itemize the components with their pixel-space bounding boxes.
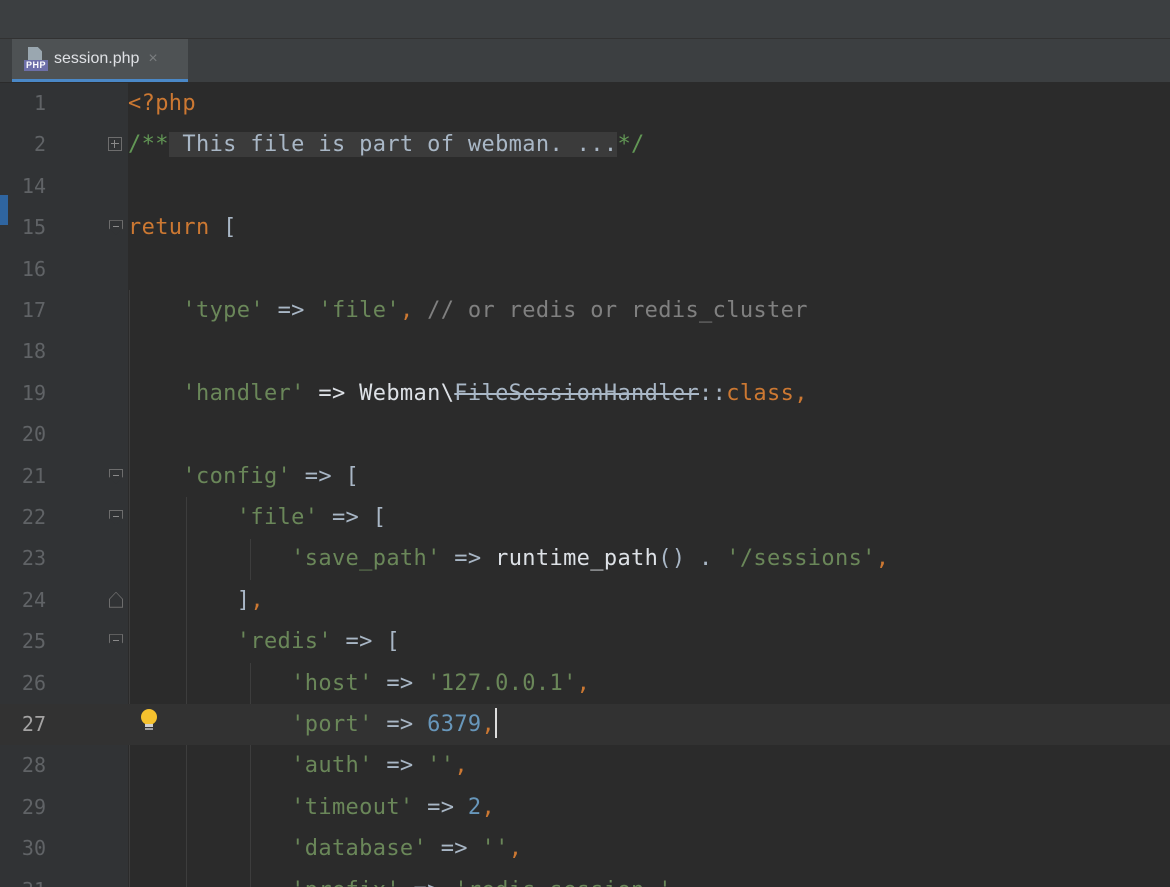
line-number: 19: [21, 380, 46, 405]
current-code-line[interactable]: 27 'port' => 6379,: [0, 704, 1170, 746]
code-text: 'auth' => '',: [291, 753, 468, 779]
line-number: 2: [33, 132, 46, 157]
php-file-icon: PHP: [24, 47, 48, 71]
code-line[interactable]: 19 'handler' => Webman\FileSessionHandle…: [0, 373, 1170, 414]
code-text: 'port' => 6379,: [128, 704, 498, 745]
close-icon[interactable]: ×: [148, 50, 157, 68]
fold-toggle-icon[interactable]: [109, 634, 123, 650]
line-number: 31: [0, 870, 46, 887]
line-number: 15: [21, 215, 46, 240]
code-text: /** This file is part of webman. ...*/: [128, 132, 645, 158]
code-line[interactable]: 21 'config' => [: [0, 456, 1170, 497]
folded-region[interactable]: This file is part of webman. ...: [168, 132, 618, 158]
fold-toggle-icon[interactable]: [108, 137, 122, 152]
deprecated-class: FileSessionHandler: [454, 380, 700, 406]
code-line[interactable]: 22 'file' => [: [0, 497, 1170, 538]
code-line[interactable]: 2 /** This file is part of webman. ...*/: [0, 124, 1170, 165]
tab-label: session.php: [54, 50, 140, 67]
code-line[interactable]: 24 ],: [0, 580, 1170, 621]
code-line[interactable]: 15 return [: [0, 207, 1170, 248]
fold-end-icon[interactable]: [109, 591, 123, 608]
code-text: 'config' => [: [182, 463, 360, 489]
fold-toggle-icon[interactable]: [109, 468, 123, 484]
line-number: 26: [21, 670, 46, 695]
code-text: 'handler' => Webman\FileSessionHandler::…: [182, 380, 808, 406]
title-bar: [0, 0, 1170, 39]
code-line[interactable]: 17 'type' => 'file', // or redis or redi…: [0, 290, 1170, 331]
line-number: 21: [21, 463, 46, 488]
line-number: 27: [21, 712, 46, 736]
line-number: 18: [21, 339, 46, 364]
php-badge: PHP: [24, 60, 48, 71]
line-number: 23: [21, 546, 46, 571]
line-number: 20: [21, 422, 46, 447]
code-text: ],: [236, 587, 264, 613]
code-line[interactable]: 23 'save_path' => runtime_path() . '/ses…: [0, 538, 1170, 579]
code-line[interactable]: 1 <?php: [0, 83, 1170, 124]
line-number: 14: [21, 173, 46, 198]
line-number: 30: [21, 836, 46, 861]
code-text: 'type' => 'file', // or redis or redis_c…: [182, 298, 808, 323]
line-number: 29: [21, 794, 46, 819]
code-text: <?php: [128, 91, 196, 116]
line-number: 17: [21, 298, 46, 322]
line-number: 22: [21, 505, 46, 529]
code-text: 'database' => '',: [291, 836, 523, 862]
code-text: 'save_path' => runtime_path() . '/sessio…: [291, 546, 890, 572]
code-text: return [: [128, 215, 237, 241]
code-text: 'prefix' => 'redis_session_',: [128, 870, 685, 887]
line-number: 28: [21, 753, 46, 778]
tab-session-php[interactable]: PHP session.php ×: [12, 39, 188, 82]
code-line[interactable]: 28 'auth' => '',: [0, 745, 1170, 786]
line-number: 16: [21, 256, 46, 281]
fold-toggle-icon[interactable]: [109, 220, 123, 236]
fold-toggle-icon[interactable]: [109, 510, 123, 525]
line-number: 25: [21, 629, 46, 654]
code-line[interactable]: 31 'prefix' => 'redis_session_',: [0, 870, 1170, 887]
code-line[interactable]: 26 'host' => '127.0.0.1',: [0, 663, 1170, 704]
text-caret: [495, 708, 498, 738]
code-text: 'redis' => [: [236, 629, 400, 655]
code-line[interactable]: 16: [0, 249, 1170, 290]
line-number: 24: [21, 587, 46, 612]
code-line[interactable]: 25 'redis' => [: [0, 621, 1170, 662]
code-text: 'file' => [: [236, 505, 387, 530]
editor-tab-strip: PHP session.php ×: [0, 39, 1170, 83]
code-line[interactable]: 30 'database' => '',: [0, 828, 1170, 869]
code-text: 'host' => '127.0.0.1',: [291, 670, 591, 696]
code-line[interactable]: 20: [0, 414, 1170, 455]
code-text: 'timeout' => 2,: [291, 794, 496, 820]
code-line[interactable]: 18: [0, 331, 1170, 372]
code-line[interactable]: 14: [0, 166, 1170, 207]
line-number: 1: [33, 91, 46, 115]
code-line[interactable]: 29 'timeout' => 2,: [0, 787, 1170, 828]
